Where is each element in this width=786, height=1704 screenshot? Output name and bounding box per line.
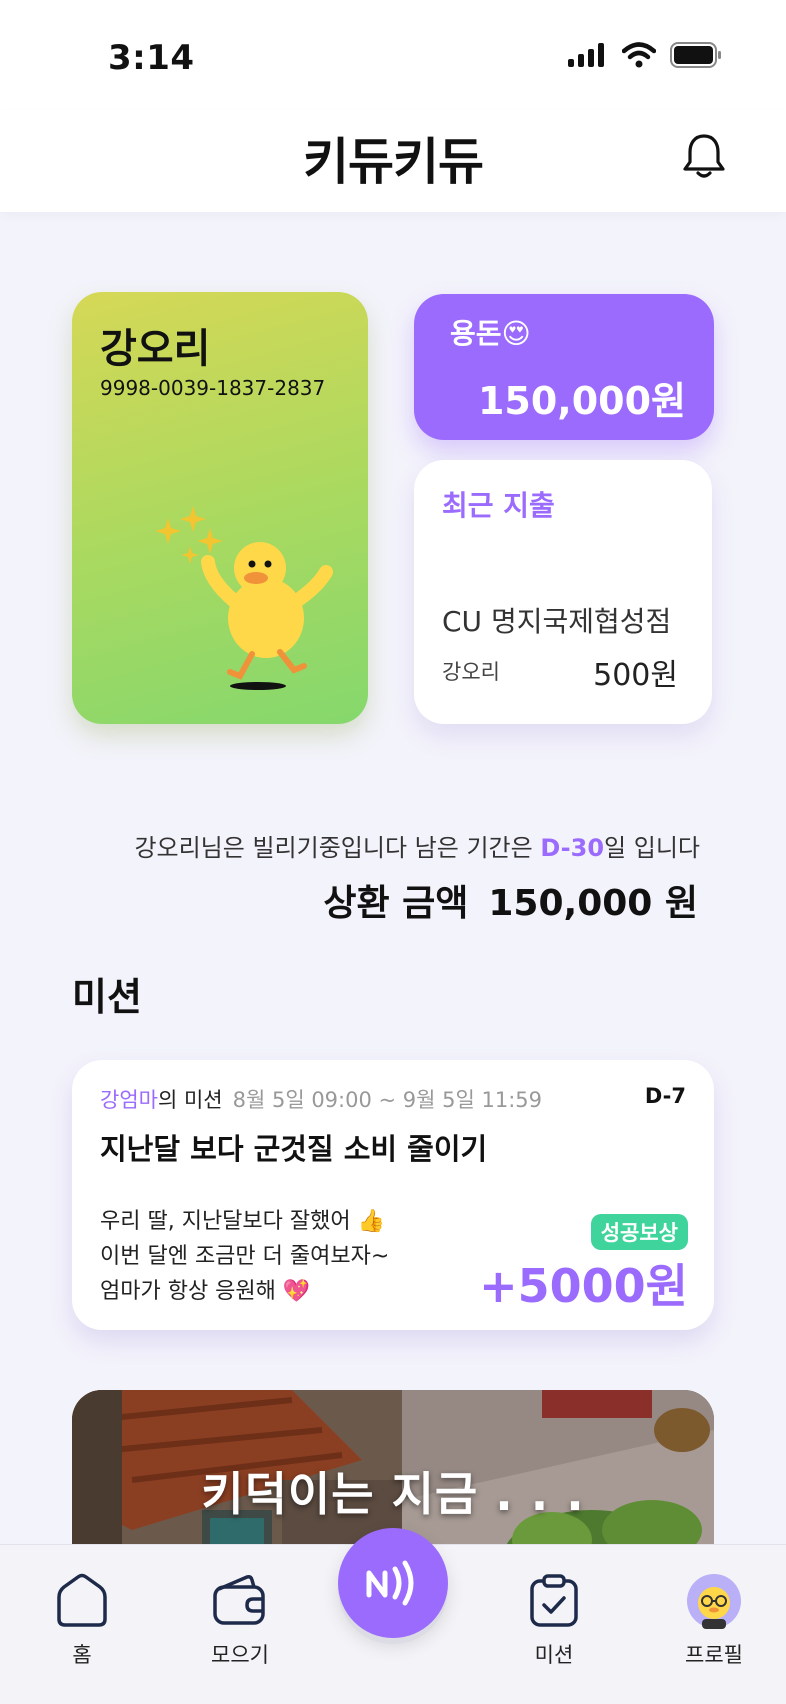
recent-spend-user: 강오리	[442, 660, 500, 684]
mission-section-title: 미션	[72, 975, 142, 1019]
mission-message: 우리 딸, 지난달보다 잘했어 👍 이번 달엔 조금만 더 줄여보자~ 엄마가 …	[100, 1204, 389, 1309]
tab-mission-label: 미션	[534, 1643, 574, 1667]
loan-status-text: 강오리님은 빌리기중입니다 남은 기간은 D-30일 입니다	[0, 828, 700, 863]
mission-message-line: 엄마가 항상 응원해 💖	[100, 1279, 311, 1304]
mission-meta: 강엄마의 미션 8월 5일 09:00 ~ 9월 5일 11:59	[100, 1084, 542, 1114]
nfc-icon	[366, 1560, 414, 1606]
mission-from-suffix: 의 미션	[157, 1088, 223, 1112]
loan-text-suffix: 일 입니다	[604, 834, 700, 862]
mission-dday: D-7	[644, 1084, 686, 1108]
duck-character-icon	[155, 506, 333, 690]
mission-card[interactable]: 강엄마의 미션 8월 5일 09:00 ~ 9월 5일 11:59 D-7 지난달…	[72, 1060, 714, 1330]
recent-spend-title: 최근 지출	[442, 489, 555, 522]
tab-profile-label: 프로필	[685, 1643, 743, 1667]
mission-message-line: 이번 달엔 조금만 더 줄여보자~	[100, 1244, 390, 1269]
wallet-icon	[213, 1575, 265, 1625]
recent-spend-amount: 500원	[593, 658, 678, 693]
repay-amount: 150,000 원	[488, 883, 698, 924]
success-reward-badge: 성공보상	[590, 1214, 688, 1250]
clipboard-check-icon	[530, 1574, 578, 1627]
account-card[interactable]: 강오리 9998-0039-1837-2837	[72, 292, 368, 724]
tab-mission[interactable]: 미션	[494, 1573, 614, 1669]
account-name: 강오리	[100, 326, 211, 372]
allowance-amount: 150,000원	[477, 379, 686, 423]
status-icons	[568, 42, 722, 68]
notification-bell-icon[interactable]	[682, 132, 726, 184]
loan-dday: D-30	[540, 834, 605, 862]
signal-icon	[568, 43, 604, 67]
status-time: 3:14	[108, 38, 195, 78]
repay-amount-row: 상환 금액 150,000 원	[323, 874, 698, 926]
banner-title: 키덕이는 지금 . . .	[201, 1467, 585, 1521]
profile-avatar-icon	[687, 1574, 741, 1629]
mission-title: 지난달 보다 군것질 소비 줄이기	[100, 1132, 488, 1166]
mission-message-line: 우리 딸, 지난달보다 잘했어 👍	[100, 1209, 385, 1234]
tab-wallet[interactable]: 모으기	[180, 1573, 300, 1669]
wifi-icon	[622, 42, 656, 68]
app-logo: 키듀키듀	[303, 133, 484, 191]
home-icon	[57, 1573, 107, 1627]
battery-icon	[670, 42, 721, 68]
mission-from: 강엄마	[100, 1088, 158, 1112]
tab-profile[interactable]: 프로필	[654, 1573, 774, 1669]
account-number: 9998-0039-1837-2837	[100, 376, 326, 400]
recent-spend-card[interactable]: 최근 지출 CU 명지국제협성점 강오리 500원	[414, 460, 712, 724]
tab-home-label: 홈	[72, 1643, 92, 1667]
tab-home[interactable]: 홈	[22, 1573, 142, 1669]
nfc-pay-button[interactable]	[338, 1528, 448, 1638]
tab-wallet-label: 모으기	[211, 1643, 269, 1667]
app-header: 키듀키듀	[0, 110, 786, 212]
mission-reward: +5000원	[479, 1259, 688, 1313]
allowance-label: 용돈😍	[450, 317, 531, 350]
status-bar: 3:14	[0, 0, 786, 110]
recent-spend-store: CU 명지국제협성점	[442, 605, 672, 638]
repay-label: 상환 금액	[323, 883, 469, 924]
allowance-card[interactable]: 용돈😍 150,000원	[414, 294, 714, 440]
loan-text-prefix: 강오리님은 빌리기중입니다 남은 기간은	[134, 834, 541, 862]
mission-period: 8월 5일 09:00 ~ 9월 5일 11:59	[232, 1088, 543, 1112]
